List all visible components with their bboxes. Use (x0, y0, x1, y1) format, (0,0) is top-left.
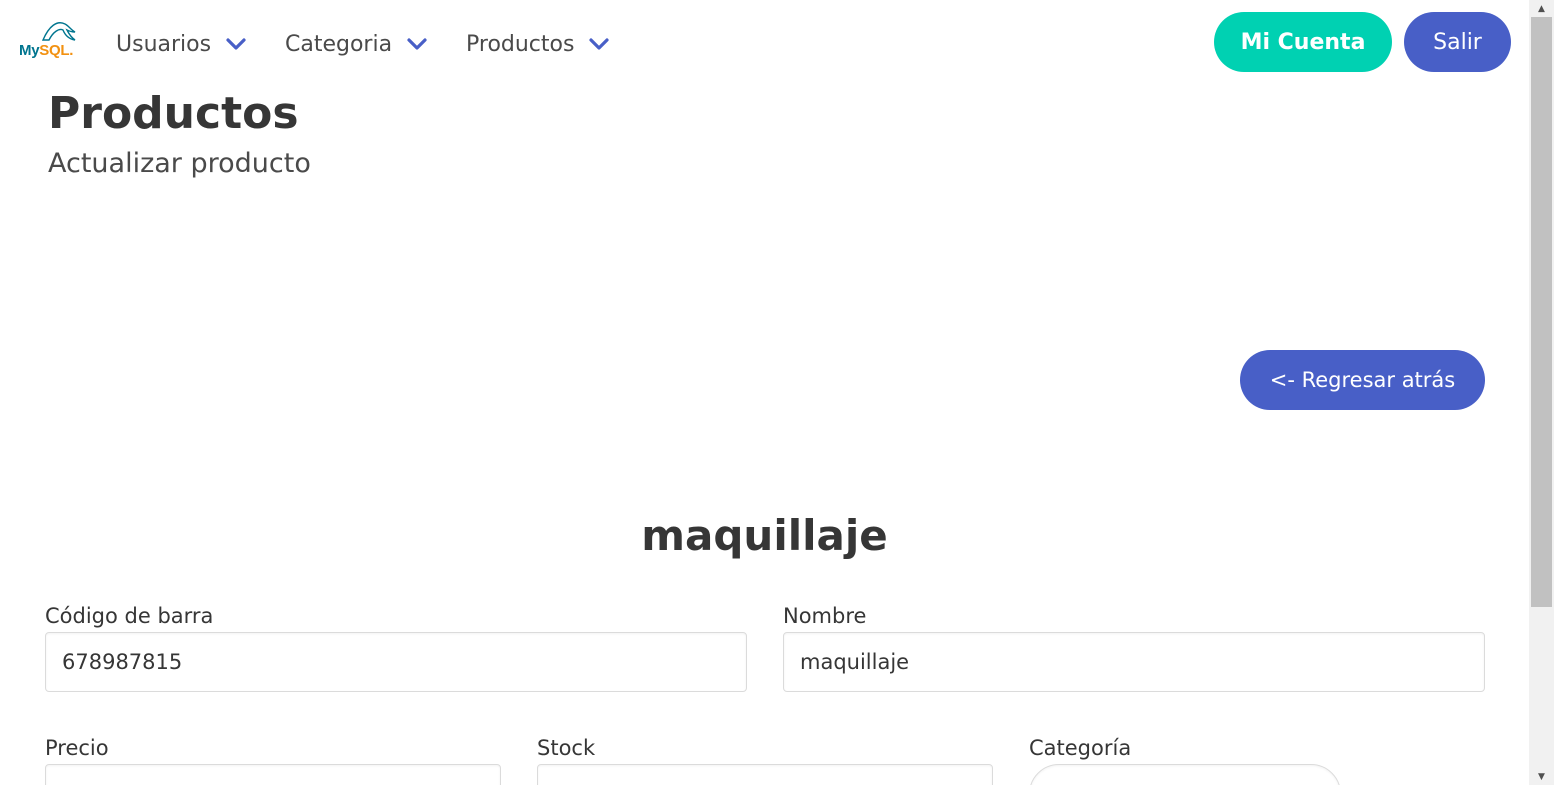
barcode-input[interactable] (45, 632, 747, 692)
chevron-down-icon (406, 37, 428, 51)
back-button[interactable]: <- Regresar atrás (1240, 350, 1485, 410)
price-label: Precio (45, 736, 109, 760)
scroll-up-arrow-icon[interactable]: ▲ (1529, 0, 1554, 17)
nav-usuarios[interactable]: Usuarios (116, 26, 247, 62)
name-input[interactable] (783, 632, 1485, 692)
barcode-label: Código de barra (45, 604, 214, 628)
dolphin-icon (41, 22, 76, 41)
nav-usuarios-label: Usuarios (116, 31, 212, 57)
stock-input[interactable] (537, 764, 993, 785)
page: MySQL. Usuarios Categoria Productos Mi C… (0, 0, 1529, 785)
price-input[interactable] (45, 764, 501, 785)
page-subtitle: Actualizar producto (48, 148, 311, 179)
chevron-down-icon (588, 37, 610, 51)
category-select[interactable] (1029, 764, 1341, 785)
logo-dot: . (69, 42, 74, 59)
name-label: Nombre (783, 604, 867, 628)
logo-sql: SQL (39, 42, 70, 59)
stock-label: Stock (537, 736, 596, 760)
product-name-heading: maquillaje (641, 511, 888, 560)
nav-productos-label: Productos (466, 31, 575, 57)
logout-button[interactable]: Salir (1404, 12, 1511, 72)
my-account-button[interactable]: Mi Cuenta (1214, 12, 1392, 72)
scrollbar-thumb[interactable] (1531, 17, 1552, 607)
page-title: Productos (48, 88, 299, 139)
nav-productos[interactable]: Productos (466, 26, 610, 62)
logo-text: MySQL. (19, 42, 73, 59)
mysql-logo[interactable]: MySQL. (17, 18, 83, 64)
vertical-scrollbar[interactable]: ▲ ▼ (1529, 0, 1554, 785)
nav-categoria[interactable]: Categoria (285, 26, 428, 62)
chevron-down-icon (225, 37, 247, 51)
logo-my: My (19, 42, 40, 59)
scroll-down-arrow-icon[interactable]: ▼ (1529, 768, 1554, 785)
nav-categoria-label: Categoria (285, 31, 393, 57)
category-label: Categoría (1029, 736, 1132, 760)
